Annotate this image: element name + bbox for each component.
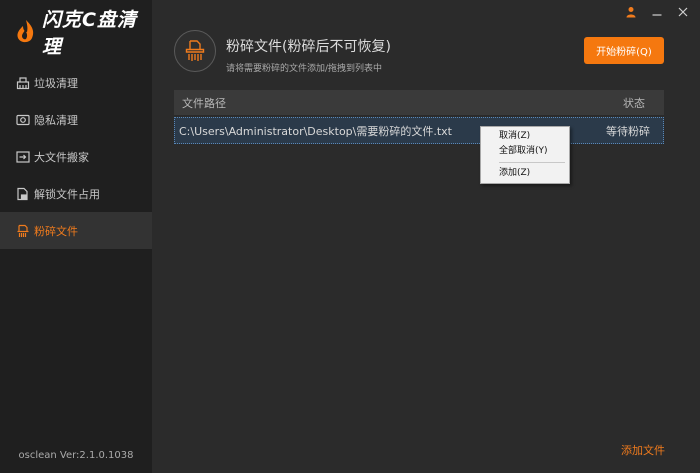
shred-file-icon [16,224,30,238]
unlock-file-icon [16,187,30,201]
window-controls [624,5,690,19]
page-header: 粉碎文件(粉碎后不可恢复) 请将需要粉碎的文件添加/拖拽到列表中 开始粉碎(Q) [174,30,680,80]
table-header: 文件路径 状态 [174,90,664,115]
sidebar-item-privacy-clean[interactable]: 隐私清理 [0,101,152,138]
context-menu: 取消(Z) 全部取消(Y) 添加(Z) [480,126,570,184]
add-file-link[interactable]: 添加文件 [621,442,665,458]
privacy-icon [16,113,30,127]
sidebar-item-label: 大文件搬家 [34,150,89,164]
context-menu-separator [499,162,565,163]
sidebar: 闪克C盘清理 垃圾清理 隐私清理 大文件搬家 解锁文件占用 粉碎文件 oscle… [0,0,152,473]
sidebar-nav: 垃圾清理 隐私清理 大文件搬家 解锁文件占用 粉碎文件 [0,64,152,249]
minimize-icon[interactable] [650,5,664,19]
start-shred-button[interactable]: 开始粉碎(Q) [584,37,664,64]
logo-text: 闪克C盘清理 [42,9,137,58]
file-table: 文件路径 状态 C:\Users\Administrator\Desktop\需… [174,90,664,420]
broom-icon [16,76,30,90]
shredder-icon [174,30,216,72]
logo-flame-icon [12,18,40,46]
move-file-icon [16,150,30,164]
version-label: osclean Ver:2.1.0.1038 [18,450,134,461]
context-menu-add[interactable]: 添加(Z) [481,166,569,181]
file-status-cell: 等待粉碎 [606,124,650,138]
table-row[interactable]: C:\Users\Administrator\Desktop\需要粉碎的文件.t… [174,117,664,144]
sidebar-item-junk-clean[interactable]: 垃圾清理 [0,64,152,101]
column-header-path: 文件路径 [182,96,226,110]
page-title: 粉碎文件(粉碎后不可恢复) [226,39,391,55]
sidebar-item-label: 隐私清理 [34,113,78,127]
sidebar-item-unlock-file[interactable]: 解锁文件占用 [0,175,152,212]
user-icon[interactable] [624,5,638,19]
context-menu-cancel-all[interactable]: 全部取消(Y) [481,144,569,159]
sidebar-item-label: 解锁文件占用 [34,187,100,201]
page-subtitle: 请将需要粉碎的文件添加/拖拽到列表中 [226,64,383,74]
sidebar-item-label: 垃圾清理 [34,76,78,90]
sidebar-item-shred-file[interactable]: 粉碎文件 [0,212,152,249]
sidebar-item-label: 粉碎文件 [34,224,78,238]
app-logo: 闪克C盘清理 [12,9,152,58]
sidebar-item-large-file-move[interactable]: 大文件搬家 [0,138,152,175]
close-icon[interactable] [676,5,690,19]
context-menu-cancel[interactable]: 取消(Z) [481,129,569,144]
column-header-status: 状态 [623,96,645,110]
